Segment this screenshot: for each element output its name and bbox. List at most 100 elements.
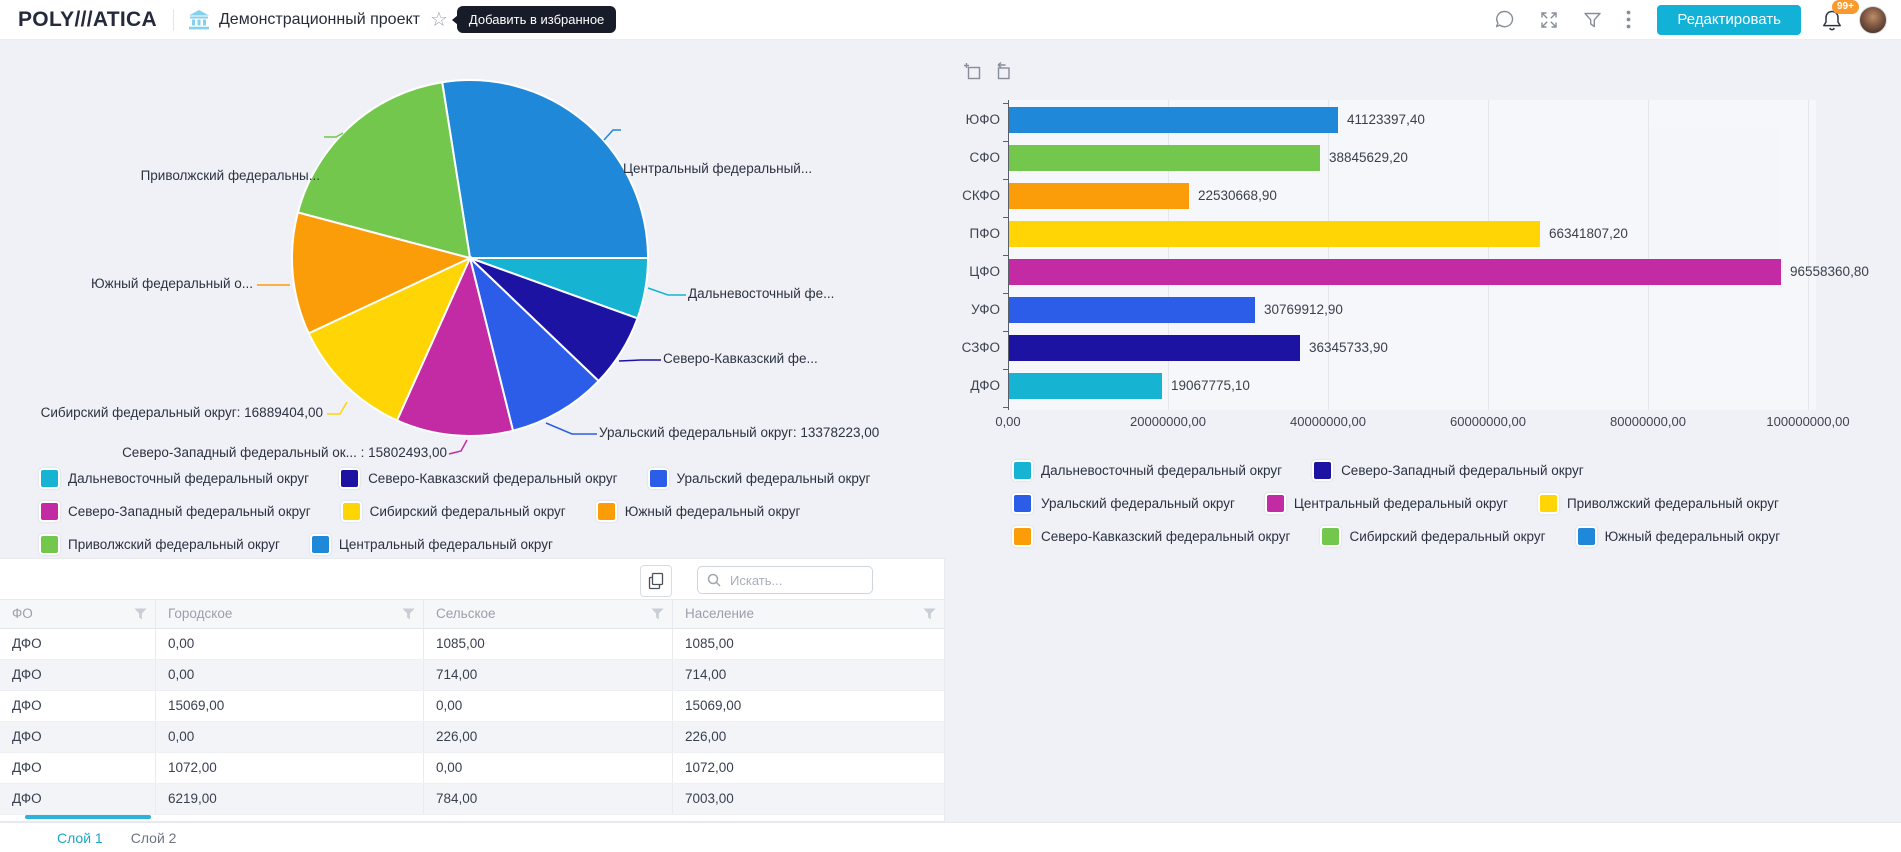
select-area-icon[interactable]: [963, 62, 983, 82]
bar-value-label: 36345733,90: [1309, 335, 1388, 361]
bar-value-label: 30769912,90: [1264, 297, 1343, 323]
bar-legend-item[interactable]: Дальневосточный федеральный округ: [1012, 460, 1282, 481]
table-cell: 7003,00: [673, 784, 945, 814]
favorite-star-icon[interactable]: ☆: [430, 10, 448, 30]
table-body: ДФО0,001085,001085,00ДФО0,00714,00714,00…: [0, 629, 945, 822]
table-cell: ДФО: [0, 629, 156, 659]
layer-tab-bar: Слой 1 Слой 2: [0, 822, 1901, 852]
edit-button[interactable]: Редактировать: [1657, 5, 1801, 35]
legend-label: Северо-Кавказский федеральный округ: [1041, 529, 1290, 544]
column-header-4: Население: [673, 600, 945, 628]
table-cell: ДФО: [0, 691, 156, 721]
table-cell: 1085,00: [673, 629, 945, 659]
bar-value-label: 38845629,20: [1329, 145, 1408, 171]
project-type-icon: [188, 10, 210, 30]
table-cell: 226,00: [673, 722, 945, 752]
pie-callout-north-caucasus: Северо-Кавказский фе...: [663, 351, 818, 366]
bar-СФО[interactable]: [1009, 145, 1320, 171]
comments-icon[interactable]: [1494, 9, 1515, 30]
table-row[interactable]: ДФО6219,00784,007003,00: [0, 784, 945, 815]
gridline: [1648, 100, 1649, 410]
pie-legend-item[interactable]: Уральский федеральный округ: [648, 468, 871, 489]
bar-legend-row: Уральский федеральный округ Центральный ф…: [1012, 493, 1780, 514]
legend-label: Северо-Кавказский федеральный округ: [368, 471, 617, 486]
bar-legend-item[interactable]: Северо-Кавказский федеральный округ: [1012, 526, 1290, 547]
page-title: Демонстрационный проект: [219, 11, 420, 29]
column-filter-icon[interactable]: [134, 608, 147, 620]
pie-legend-item[interactable]: Дальневосточный федеральный округ: [39, 468, 309, 489]
table-cell: ДФО: [0, 660, 156, 690]
table-row[interactable]: ДФО0,001085,001085,00: [0, 629, 945, 660]
bar-legend-item[interactable]: Сибирский федеральный округ: [1320, 526, 1545, 547]
copy-table-button[interactable]: [640, 565, 672, 597]
table-row[interactable]: ДФО0,00714,00714,00: [0, 660, 945, 691]
fullscreen-icon[interactable]: [1539, 10, 1559, 30]
legend-swatch: [39, 468, 60, 489]
axis-tick: [1003, 179, 1008, 180]
notifications-bell[interactable]: 99+: [1821, 9, 1843, 31]
pie-callout-line-1: [604, 130, 621, 140]
column-header-1: ФО: [0, 600, 156, 628]
x-axis-tick-label: 80000000,00: [1583, 414, 1713, 429]
table-row[interactable]: ДФО15069,000,0015069,00: [0, 691, 945, 722]
table-row[interactable]: ДФО1072,000,001072,00: [0, 753, 945, 784]
bar-ДФО[interactable]: [1009, 373, 1162, 399]
table-row[interactable]: ДФО0,00226,00226,00: [0, 722, 945, 753]
axis-tick: [1003, 293, 1008, 294]
legend-label: Центральный федеральный округ: [339, 537, 553, 552]
bar-legend-item[interactable]: Уральский федеральный округ: [1012, 493, 1235, 514]
legend-label: Центральный федеральный округ: [1294, 496, 1508, 511]
app-logo: POLY///ATICA: [18, 8, 157, 32]
avatar[interactable]: [1859, 6, 1887, 34]
table-header-row: ФОГородскоеСельскоеНаселение: [0, 599, 945, 629]
bar-УФО[interactable]: [1009, 297, 1255, 323]
pie-legend-item[interactable]: Центральный федеральный округ: [310, 534, 553, 555]
bar-value-label: 19067775,10: [1171, 373, 1250, 399]
pie-slice-0[interactable]: [442, 80, 648, 258]
tab-layer-2[interactable]: Слой 2: [131, 830, 177, 846]
legend-swatch: [339, 468, 360, 489]
bar-legend-item[interactable]: Северо-Западный федеральный округ: [1312, 460, 1584, 481]
bar-ЮФО[interactable]: [1009, 107, 1338, 133]
table-cell: 15069,00: [156, 691, 424, 721]
column-filter-icon[interactable]: [923, 608, 936, 620]
undo-selection-icon[interactable]: [993, 62, 1013, 82]
column-filter-icon[interactable]: [402, 608, 415, 620]
bar-category-label: СФО: [950, 145, 1000, 171]
more-options-icon[interactable]: [1626, 10, 1631, 29]
legend-label: Южный федеральный округ: [1605, 529, 1781, 544]
pie-callout-line-2: [648, 288, 686, 295]
bar-legend-row: Северо-Кавказский федеральный округ Сибир…: [1012, 526, 1780, 547]
axis-tick: [1003, 331, 1008, 332]
pie-chart-panel: Приволжский федеральны... Центральный фе…: [0, 40, 950, 558]
column-filter-icon[interactable]: [651, 608, 664, 620]
bar-ПФО[interactable]: [1009, 221, 1540, 247]
tab-layer-1[interactable]: Слой 1: [57, 830, 103, 846]
table-scrollbar[interactable]: [25, 815, 151, 819]
search-input[interactable]: [728, 572, 863, 589]
pie-legend-item[interactable]: Южный федеральный округ: [596, 501, 801, 522]
legend-swatch: [1012, 493, 1033, 514]
pie-legend-item[interactable]: Сибирский федеральный округ: [341, 501, 566, 522]
bar-legend-item[interactable]: Южный федеральный округ: [1576, 526, 1781, 547]
bar-ЦФО[interactable]: [1009, 259, 1781, 285]
legend-label: Дальневосточный федеральный округ: [68, 471, 309, 486]
bar-legend-item[interactable]: Центральный федеральный округ: [1265, 493, 1508, 514]
filter-icon[interactable]: [1583, 11, 1602, 29]
bar-category-label: УФО: [950, 297, 1000, 323]
x-axis-tick-label: 60000000,00: [1423, 414, 1553, 429]
gridline: [1488, 100, 1489, 410]
table-search: [697, 566, 873, 594]
pie-legend-item[interactable]: Приволжский федеральный округ: [39, 534, 280, 555]
column-header-2: Городское: [156, 600, 424, 628]
pie-legend-item[interactable]: Северо-Кавказский федеральный округ: [339, 468, 617, 489]
table-cell: 226,00: [424, 722, 673, 752]
table-cell: 1085,00: [424, 629, 673, 659]
legend-label: Сибирский федеральный округ: [1349, 529, 1545, 544]
bar-legend-item[interactable]: Приволжский федеральный округ: [1538, 493, 1779, 514]
axis-tick: [1003, 369, 1008, 370]
bar-СЗФО[interactable]: [1009, 335, 1300, 361]
pie-legend: Дальневосточный федеральный округ Северо-…: [39, 468, 870, 555]
pie-legend-item[interactable]: Северо-Западный федеральный округ: [39, 501, 311, 522]
bar-СКФО[interactable]: [1009, 183, 1189, 209]
